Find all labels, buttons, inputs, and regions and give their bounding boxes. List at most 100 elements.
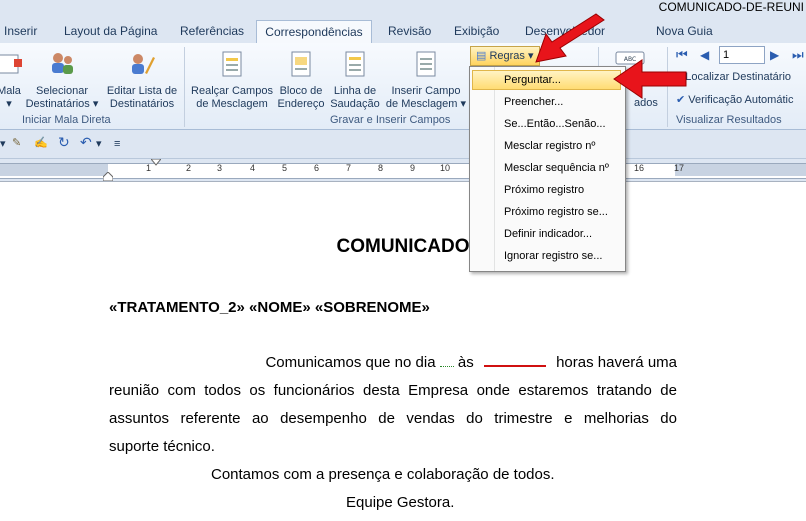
rules-dropdown-menu: Perguntar... Preencher... Se...Então...S…	[469, 66, 626, 272]
find-recipient-label: Localizar Destinatário	[685, 71, 792, 83]
title-bar: COMUNICADO-DE-REUNI	[0, 0, 806, 20]
ruler-number: 5	[282, 163, 288, 173]
undo-icon[interactable]: ↶	[80, 135, 92, 149]
ribbon-tabs: Inserir Layout da Página Referências Cor…	[0, 20, 806, 44]
insert-field-label-2: de Mesclagem	[385, 98, 458, 110]
menu-item-mesclar-sequencia[interactable]: Mesclar sequência nº	[504, 161, 609, 175]
dropdown-arrow-icon: ▾	[92, 98, 99, 110]
insert-field-label-1: Inserir Campo	[391, 85, 461, 97]
ruler-number: 6	[314, 163, 320, 173]
first-line-indent-marker[interactable]	[151, 159, 161, 167]
group-label-iniciar: Iniciar Mala Direta	[22, 114, 111, 126]
next-record-icon[interactable]: ▶	[770, 48, 779, 62]
annotation-arrow-icon	[613, 59, 687, 99]
highlight-fields-button[interactable]: Realçar Campos de Mesclagem	[190, 49, 274, 111]
auto-check-label: Verificação Automátic	[688, 94, 794, 106]
menu-item-perguntar[interactable]: Perguntar...	[504, 73, 561, 87]
ruler-left-margin	[0, 164, 108, 176]
menu-item-ignorar-registro[interactable]: Ignorar registro se...	[504, 249, 602, 263]
ruler: 1 2 3 4 5 6 7 8 9 10 16 17 17	[0, 159, 806, 181]
ruler-number: 9	[410, 163, 416, 173]
highlight-fields-label-1: Realçar Campos	[191, 85, 273, 97]
ruler-number: 8	[378, 163, 384, 173]
annotation-arrow-icon	[535, 13, 605, 63]
insert-field-icon	[416, 51, 436, 77]
menu-item-proximo-registro-se[interactable]: Próximo registro se...	[504, 205, 608, 219]
tab-exibicao[interactable]: Exibição	[454, 23, 499, 39]
ruler-number: 10	[440, 163, 451, 173]
customize-toolbar-icon[interactable]: ≡	[114, 137, 120, 151]
edit-recipient-list-button[interactable]: Editar Lista de Destinatários	[104, 49, 180, 111]
document-page[interactable]: COMUNICADO «TRATAMENTO_2» «NOME» «SOBREN…	[0, 182, 806, 521]
ruler-number: 16	[634, 163, 645, 173]
window-title: COMUNICADO-DE-REUNI	[658, 0, 804, 14]
closing-line: Contamos com a presença e colaboração de…	[211, 466, 555, 483]
select-recipients-label-1: Selecionar	[36, 85, 88, 97]
insert-merge-field-button[interactable]: Inserir Campo de Mesclagem ▾	[384, 49, 468, 111]
select-recipients-button[interactable]: Selecionar Destinatários ▾	[24, 49, 100, 111]
edit-list-label-2: Destinatários	[109, 98, 175, 110]
select-recipients-label-2: Destinatários	[25, 98, 90, 110]
quick-access-toolbar: ▾ ✎ ✍ ↻ ↶ ▾ ≡	[0, 130, 806, 159]
address-block-label-1: Bloco de	[279, 85, 323, 97]
greeting-line-icon	[345, 51, 365, 77]
ruler-number: 4	[250, 163, 256, 173]
start-merge-label: Mala	[0, 85, 21, 97]
greeting-line-button[interactable]: Linha de Saudação	[328, 49, 382, 111]
tab-layout[interactable]: Layout da Página	[64, 23, 157, 39]
ruler-number: 2	[186, 163, 192, 173]
find-recipient-button[interactable]: ⌕ Localizar Destinatário	[676, 70, 791, 84]
dropdown-arrow-icon[interactable]: ▾	[0, 137, 6, 151]
tab-correspondencias[interactable]: Correspondências	[256, 20, 372, 43]
dropdown-arrow-icon: ▾	[6, 98, 12, 110]
rules-icon: ▤	[476, 50, 487, 62]
menu-item-proximo-registro[interactable]: Próximo registro	[504, 183, 584, 197]
tab-revisao[interactable]: Revisão	[388, 23, 431, 39]
document-title: COMUNICADO	[336, 236, 470, 257]
address-block-label-2: Endereço	[277, 98, 325, 110]
edit-icon[interactable]: ✎	[12, 136, 21, 150]
signature-line: Equipe Gestora.	[346, 494, 455, 511]
menu-item-definir-indicador[interactable]: Definir indicador...	[504, 227, 592, 241]
menu-item-preencher[interactable]: Preencher...	[504, 95, 563, 109]
ruler-number: 3	[217, 163, 223, 173]
paragraph-line: Comunicamos que no dia às horas haverá u…	[109, 349, 677, 377]
date-blank	[439, 366, 454, 367]
last-record-icon[interactable]: ⏭	[792, 48, 804, 62]
recipients-icon	[52, 53, 73, 74]
address-block-icon	[291, 51, 311, 77]
greeting-line-label-2: Saudação	[330, 98, 380, 110]
ruler-number: 17	[674, 163, 685, 173]
merge-fields-line: «TRATAMENTO_2» «NOME» «SOBRENOME»	[109, 299, 430, 316]
dropdown-arrow-icon[interactable]: ▾	[96, 137, 102, 151]
dropdown-arrow-icon: ▾	[460, 98, 467, 110]
edit-list-icon	[132, 54, 155, 74]
hanging-indent-marker[interactable]	[103, 172, 113, 181]
paragraph-text: Comunicamos que no dia	[265, 354, 436, 371]
address-block-button[interactable]: Bloco de Endereço	[276, 49, 326, 111]
menu-item-se-entao-senao[interactable]: Se...Então...Senão...	[504, 117, 606, 131]
greeting-line-label-1: Linha de	[333, 85, 377, 97]
edit-list-label-1: Editar Lista de	[106, 85, 178, 97]
menu-icon-strip	[494, 67, 495, 271]
start-merge-button[interactable]: Mala ▾	[0, 49, 22, 111]
record-number-input[interactable]	[719, 46, 765, 64]
paragraph-text: às	[457, 354, 474, 371]
paragraph-text: horas haverá uma	[556, 354, 677, 371]
menu-item-mesclar-registro[interactable]: Mesclar registro nº	[504, 139, 595, 153]
refresh-icon[interactable]: ↻	[58, 135, 70, 149]
form-icon[interactable]: ✍	[34, 136, 48, 150]
tab-referencias[interactable]: Referências	[180, 23, 244, 39]
auto-check-button[interactable]: ✔ Verificação Automátic	[676, 93, 793, 107]
highlight-fields-icon	[222, 51, 242, 77]
paragraph-line: assuntos referente ao desempenho de vend…	[109, 410, 677, 427]
previous-record-icon[interactable]: ◀	[700, 48, 709, 62]
highlight-fields-label-2: de Mesclagem	[196, 98, 268, 110]
hour-blank	[483, 365, 546, 367]
group-separator	[184, 47, 185, 127]
tab-inserir[interactable]: Inserir	[4, 23, 37, 39]
paragraph-line: reunião com todos os funcionários desta …	[109, 382, 677, 399]
mail-merge-icon	[0, 54, 22, 74]
group-label-visualizar: Visualizar Resultados	[676, 114, 782, 126]
tab-nova-guia[interactable]: Nova Guia	[656, 23, 713, 39]
